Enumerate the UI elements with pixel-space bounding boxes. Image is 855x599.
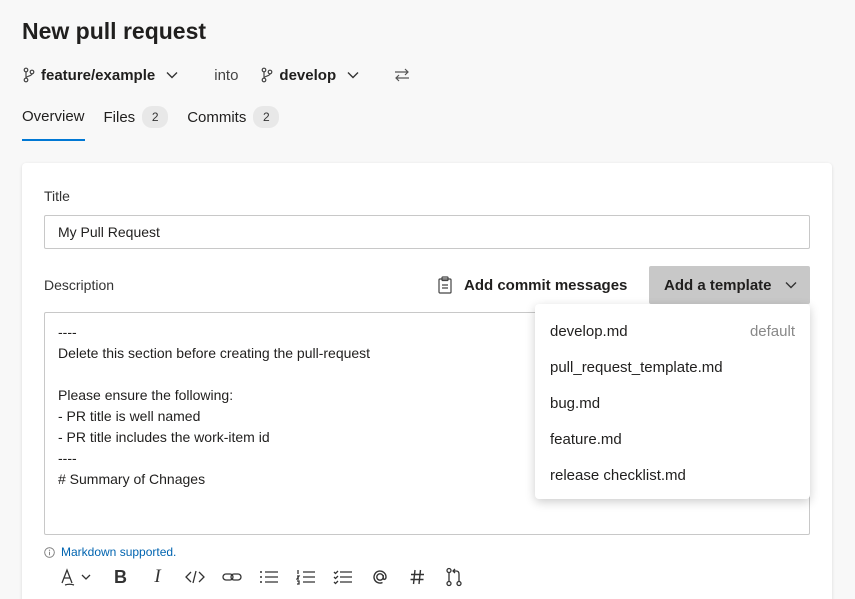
title-label: Title bbox=[44, 188, 70, 204]
info-icon bbox=[44, 546, 55, 558]
pull-request-icon bbox=[445, 567, 462, 587]
hashtag-icon bbox=[410, 569, 424, 585]
italic-icon: I bbox=[154, 566, 161, 587]
chevron-down-icon bbox=[785, 282, 797, 289]
branch-icon bbox=[262, 67, 273, 83]
template-option-feature[interactable]: feature.md bbox=[535, 421, 810, 457]
source-branch-dropdown[interactable]: feature/example bbox=[22, 67, 184, 84]
italic-button[interactable]: I bbox=[139, 565, 176, 589]
tab-label: Overview bbox=[22, 107, 85, 125]
chevron-down-icon bbox=[347, 72, 359, 79]
link-button[interactable] bbox=[213, 565, 250, 589]
files-count-badge: 2 bbox=[142, 106, 169, 128]
add-template-button[interactable]: Add a template bbox=[649, 266, 810, 304]
template-option-label: bug.md bbox=[550, 394, 601, 412]
template-option-label: develop.md bbox=[550, 322, 628, 340]
clipboard-icon bbox=[438, 276, 452, 294]
code-button[interactable] bbox=[176, 565, 213, 589]
branch-icon bbox=[23, 67, 35, 83]
tab-commits[interactable]: Commits 2 bbox=[187, 106, 280, 141]
tab-label: Commits bbox=[187, 108, 247, 126]
code-icon bbox=[184, 570, 205, 584]
tab-bar: Overview Files 2 Commits 2 bbox=[22, 106, 298, 141]
link-icon bbox=[221, 573, 242, 581]
chevron-down-icon bbox=[166, 72, 178, 79]
swap-branches-icon[interactable] bbox=[393, 67, 411, 83]
format-icon bbox=[61, 568, 91, 586]
bulleted-list-icon bbox=[259, 571, 278, 583]
template-option-label: pull_request_template.md bbox=[550, 358, 723, 376]
numbered-list-icon bbox=[295, 570, 315, 585]
bulleted-list-button[interactable] bbox=[250, 565, 287, 589]
add-commit-messages-button[interactable]: Add commit messages bbox=[437, 267, 627, 303]
template-option-bug[interactable]: bug.md bbox=[535, 385, 810, 421]
tab-label: Files bbox=[103, 108, 136, 126]
tab-files[interactable]: Files 2 bbox=[104, 106, 169, 141]
branch-selector-row: feature/example into develop bbox=[22, 64, 411, 86]
bold-icon: B bbox=[114, 566, 127, 587]
title-input[interactable] bbox=[44, 215, 810, 249]
commits-count-badge: 2 bbox=[253, 106, 280, 128]
text-format-button[interactable] bbox=[52, 565, 102, 589]
numbered-list-button[interactable] bbox=[287, 565, 324, 589]
tab-overview[interactable]: Overview bbox=[22, 106, 85, 141]
checklist-button[interactable] bbox=[324, 565, 361, 589]
description-label: Description bbox=[44, 277, 115, 293]
checklist-icon bbox=[333, 570, 352, 585]
pull-request-link-button[interactable] bbox=[435, 565, 472, 589]
add-commit-messages-label: Add commit messages bbox=[464, 276, 628, 294]
page-title: New pull request bbox=[22, 18, 207, 44]
default-tag: default bbox=[749, 322, 795, 340]
template-option-label: release checklist.md bbox=[550, 466, 686, 484]
into-label: into bbox=[214, 66, 239, 84]
hashtag-button[interactable] bbox=[398, 565, 435, 589]
mention-button[interactable] bbox=[361, 565, 398, 589]
target-branch-label: develop bbox=[279, 66, 337, 84]
formatting-toolbar: B I bbox=[52, 565, 472, 589]
template-dropdown-menu: develop.md default pull_request_template… bbox=[535, 304, 810, 499]
mention-icon bbox=[372, 570, 387, 584]
add-template-label: Add a template bbox=[664, 276, 772, 294]
bold-button[interactable]: B bbox=[102, 565, 139, 589]
source-branch-label: feature/example bbox=[41, 66, 156, 84]
markdown-supported-note[interactable]: Markdown supported. bbox=[44, 545, 176, 559]
template-option-label: feature.md bbox=[550, 430, 622, 448]
template-option-release-checklist[interactable]: release checklist.md bbox=[535, 457, 810, 493]
template-option-develop[interactable]: develop.md default bbox=[535, 313, 810, 349]
markdown-note-label: Markdown supported. bbox=[61, 545, 177, 559]
template-option-pull-request-template[interactable]: pull_request_template.md bbox=[535, 349, 810, 385]
target-branch-dropdown[interactable]: develop bbox=[260, 67, 365, 84]
